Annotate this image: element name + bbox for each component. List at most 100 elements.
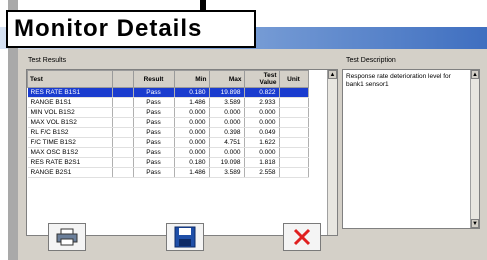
cell-blank [112,107,134,118]
cell-blank [112,157,134,168]
cell-blank [112,117,134,128]
cell-min: 0.180 [174,157,210,168]
cell-result: Pass [133,167,175,178]
grid-vertical-scrollbar[interactable]: ▲ [327,70,337,235]
description-text: Response rate deterioration level for ba… [346,73,451,88]
cell-test: F/C TIME B1S2 [27,137,113,148]
cell-test: RES RATE B1S1 [27,87,113,98]
cell-max: 0.000 [209,107,245,118]
cell-min: 0.000 [174,137,210,148]
callout-title: Monitor Details [14,15,203,42]
cell-test-value: 2.933 [244,97,280,108]
cell-unit [279,97,309,108]
test-results-label: Test Results [28,57,67,64]
scroll-up-arrow-icon[interactable]: ▲ [328,70,337,79]
cell-max: 0.000 [209,147,245,158]
column-header-blank[interactable] [111,70,134,88]
cell-result: Pass [133,137,175,148]
table-row[interactable]: RL F/C B1S2 Pass 0.000 0.398 0.049 [27,127,309,138]
column-header-result[interactable]: Result [132,70,175,88]
cell-min: 0.180 [174,87,210,98]
table-header-row: Test Result Min Max Test Value Unit [27,70,309,88]
table-row[interactable]: F/C TIME B1S2 Pass 0.000 4.751 1.622 [27,137,309,148]
cell-unit [279,137,309,148]
floppy-disk-icon [174,226,196,248]
cell-test-value: 0.822 [244,87,280,98]
cell-min: 1.486 [174,167,210,178]
table-row[interactable]: MIN VOL B1S2 Pass 0.000 0.000 0.000 [27,107,309,118]
cell-unit [279,127,309,138]
cell-test: RL F/C B1S2 [27,127,113,138]
print-button[interactable] [48,223,86,251]
cell-blank [112,137,134,148]
cell-unit [279,117,309,128]
table-row[interactable]: RES RATE B2S1 Pass 0.180 19.098 1.818 [27,157,309,168]
printer-icon [56,228,78,246]
column-header-test-value[interactable]: Test Value [243,70,280,88]
cell-result: Pass [133,157,175,168]
cell-max: 3.589 [209,167,245,178]
cell-max: 19.898 [209,87,245,98]
test-description-label: Test Description [346,57,396,64]
cell-test: RANGE B2S1 [27,167,113,178]
cell-blank [112,97,134,108]
table-row[interactable]: MAX OSC B1S2 Pass 0.000 0.000 0.000 [27,147,309,158]
table-row[interactable]: MAX VOL B1S2 Pass 0.000 0.000 0.000 [27,117,309,128]
cell-blank [112,147,134,158]
column-header-unit[interactable]: Unit [278,70,309,88]
cell-min: 0.000 [174,107,210,118]
cell-min: 0.000 [174,117,210,128]
cell-max: 19.098 [209,157,245,168]
cell-test-value: 1.622 [244,137,280,148]
cell-max: 4.751 [209,137,245,148]
cell-max: 3.589 [209,97,245,108]
column-header-test[interactable]: Test [27,70,113,88]
cell-result: Pass [133,147,175,158]
monitor-details-window: Test Results Test Description Test Resul… [18,49,487,260]
cell-test-value: 0.000 [244,117,280,128]
table-row[interactable]: RANGE B1S1 Pass 1.486 3.589 2.933 [27,97,309,108]
cell-result: Pass [133,117,175,128]
cell-min: 0.000 [174,147,210,158]
cell-test-value: 2.558 [244,167,280,178]
save-button[interactable] [166,223,204,251]
description-scrollbar[interactable]: ▲ ▼ [470,70,479,228]
callout-pointer [200,0,206,10]
cell-blank [112,87,134,98]
callout-box: Monitor Details [6,10,256,48]
cell-max: 0.398 [209,127,245,138]
close-button[interactable] [283,223,321,251]
column-header-min[interactable]: Min [173,70,210,88]
cell-test-value: 1.818 [244,157,280,168]
test-results-table: Test Result Min Max Test Value Unit RES … [27,70,309,178]
cell-unit [279,147,309,158]
cell-unit [279,167,309,178]
cell-result: Pass [133,87,175,98]
cell-result: Pass [133,127,175,138]
table-row[interactable]: RANGE B2S1 Pass 1.486 3.589 2.558 [27,167,309,178]
cell-test: MAX OSC B1S2 [27,147,113,158]
test-results-grid[interactable]: Test Result Min Max Test Value Unit RES … [26,69,338,236]
cell-test: RANGE B1S1 [27,97,113,108]
cell-test-value: 0.000 [244,107,280,118]
cell-min: 1.486 [174,97,210,108]
cell-test: RES RATE B2S1 [27,157,113,168]
table-row[interactable]: RES RATE B1S1 Pass 0.180 19.898 0.822 [27,87,309,98]
column-header-max[interactable]: Max [208,70,245,88]
cell-unit [279,107,309,118]
cell-blank [112,167,134,178]
cell-result: Pass [133,97,175,108]
cell-result: Pass [133,107,175,118]
test-description-box: Response rate deterioration level for ba… [342,69,480,229]
close-x-icon [293,228,311,246]
cell-blank [112,127,134,138]
cell-unit [279,87,309,98]
desc-scroll-down-icon[interactable]: ▼ [471,219,479,228]
cell-max: 0.000 [209,117,245,128]
cell-test: MAX VOL B1S2 [27,117,113,128]
cell-test-value: 0.049 [244,127,280,138]
desc-scroll-up-icon[interactable]: ▲ [471,70,479,79]
cell-unit [279,157,309,168]
cell-min: 0.000 [174,127,210,138]
cell-test: MIN VOL B1S2 [27,107,113,118]
